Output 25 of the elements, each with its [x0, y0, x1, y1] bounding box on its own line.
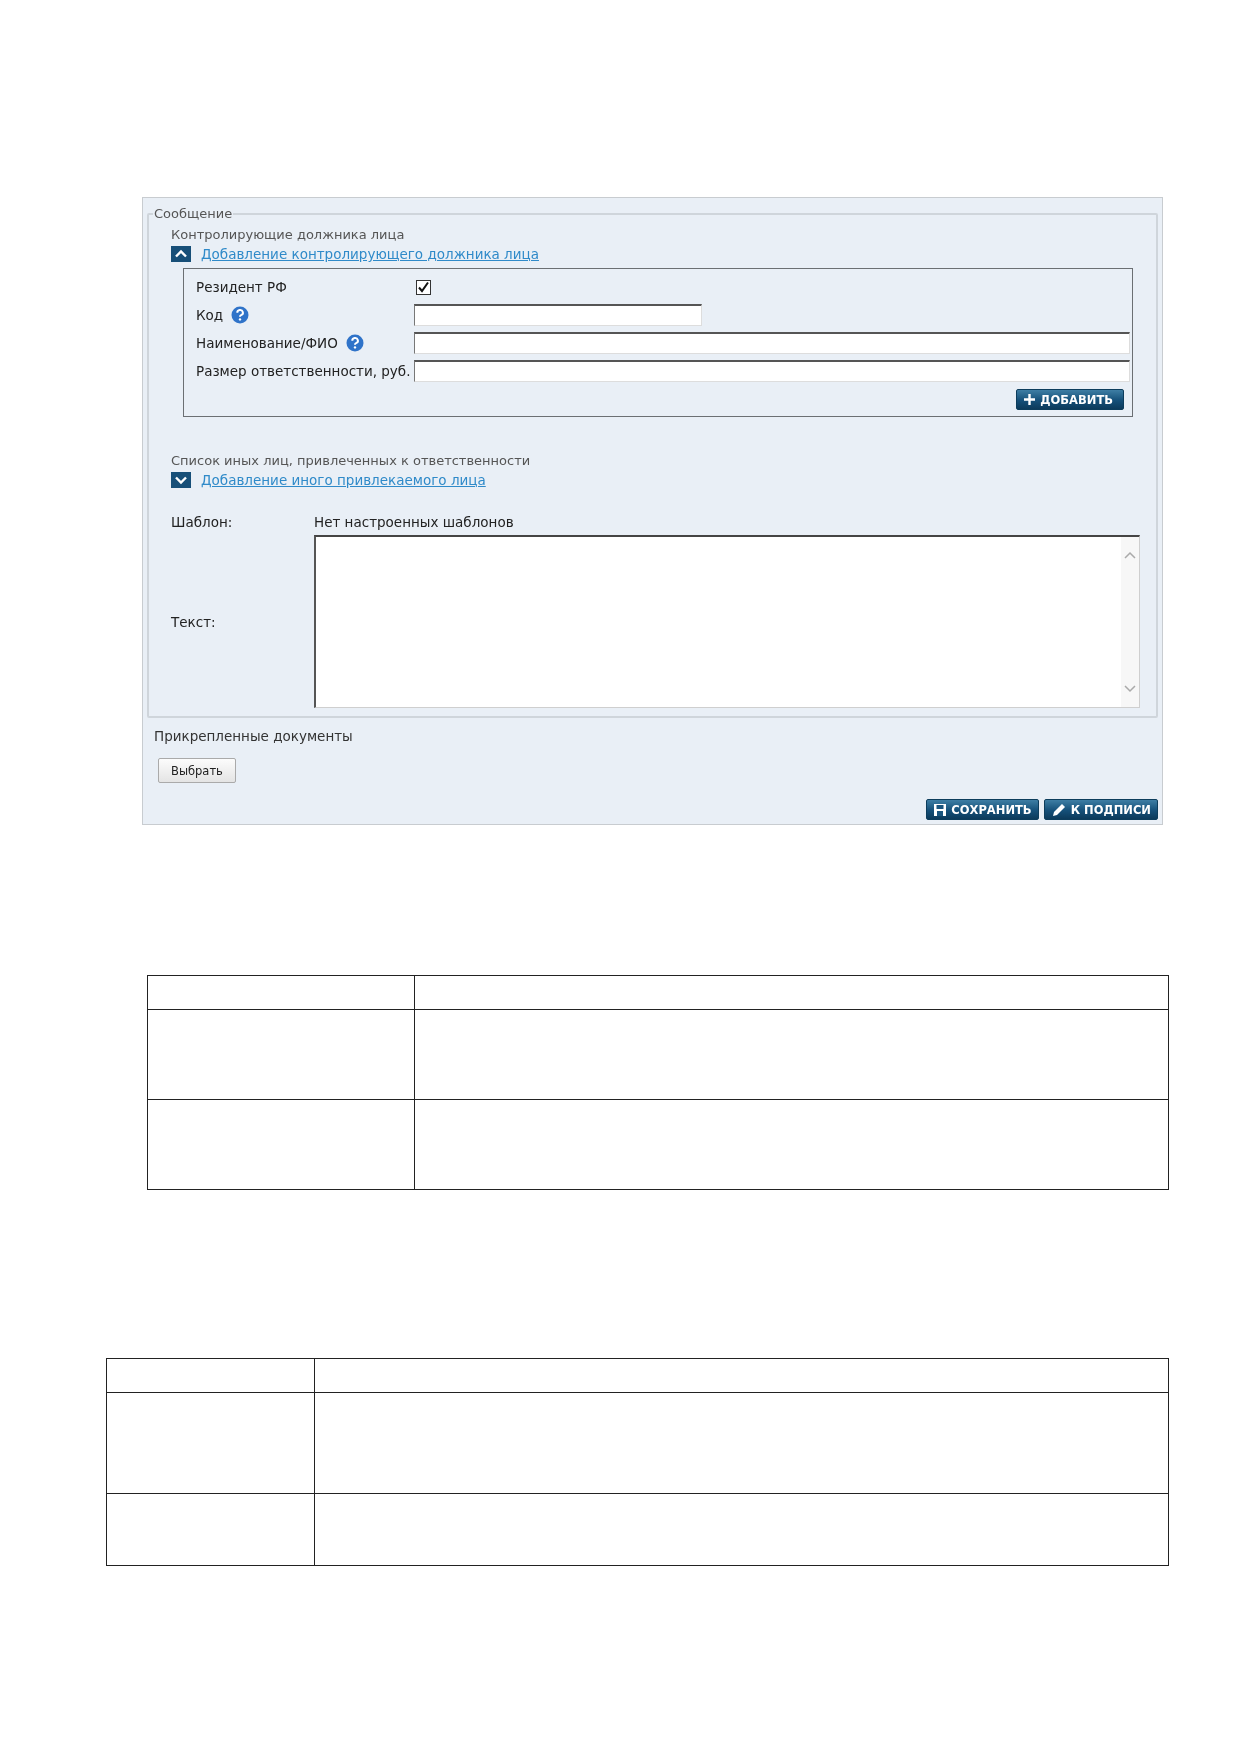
sign-button[interactable]: К ПОДПИСИ [1043, 799, 1158, 820]
input-field[interactable] [414, 360, 1130, 382]
template-value: Нет настроенных шаблонов [314, 514, 515, 530]
section-title: Контролирующие должника лица [171, 227, 406, 242]
template-label: Шаблон: [171, 514, 234, 532]
pencil-icon [1051, 802, 1066, 817]
field-label: Резидент РФ [196, 279, 287, 295]
help-icon[interactable] [231, 306, 250, 324]
section-title: Список иных лиц, привлеченных к ответственности [171, 453, 532, 468]
save-button[interactable]: СОХРАНИТЬ [926, 799, 1039, 820]
help-icon[interactable] [345, 334, 364, 352]
field-label: Код [196, 307, 224, 323]
input-field[interactable] [414, 332, 1130, 354]
attachments-title: Прикрепленные документы [154, 728, 354, 744]
chevron-down-icon[interactable] [171, 472, 191, 488]
choose-button[interactable]: Выбрать [158, 758, 236, 783]
add-button[interactable]: ДОБАВИТЬ [1016, 389, 1124, 410]
fieldset-legend: Сообщение [153, 206, 234, 221]
chevron-up-icon[interactable] [171, 246, 191, 262]
checkbox[interactable] [416, 279, 431, 295]
plus-icon [1024, 394, 1036, 405]
input-field[interactable] [414, 304, 702, 326]
field-label: Размер ответственности, руб. [196, 363, 411, 379]
text-label: Текст: [171, 613, 217, 630]
field-label: Наименование/ФИО [196, 335, 338, 351]
